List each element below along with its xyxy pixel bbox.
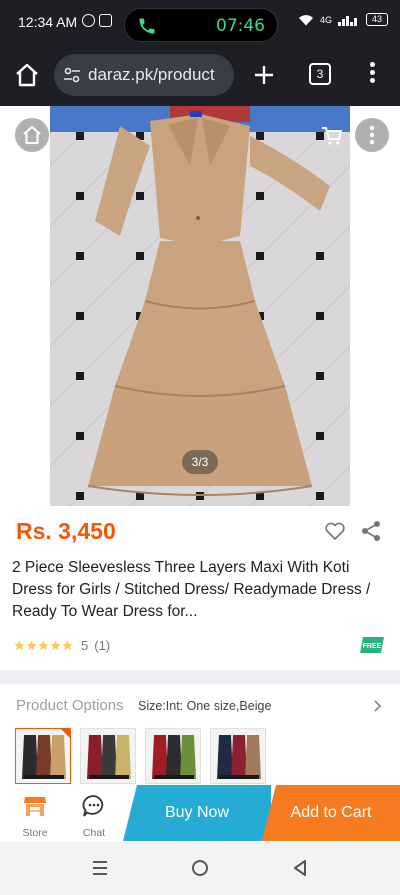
product-image[interactable] [50, 106, 350, 506]
status-bar: 12:34 AM 07:46 4G 43 [0, 0, 400, 44]
screen-icon [99, 14, 112, 27]
add-to-cart-button[interactable]: Add to Cart [262, 785, 400, 841]
free-badge-text: FREE [363, 643, 382, 650]
store-button[interactable]: Store [11, 789, 59, 841]
chat-icon [82, 795, 104, 817]
variant-image [211, 729, 265, 783]
battery-icon: 43 [366, 13, 388, 26]
status-time: 12:34 AM [18, 14, 78, 30]
back-icon[interactable] [290, 858, 310, 878]
signal-icon [338, 15, 357, 26]
wifi-icon [298, 14, 313, 25]
call-timer: 07:46 [216, 16, 265, 36]
rating-count: (1) [94, 638, 111, 653]
product-gallery[interactable]: 3/3 [0, 106, 400, 508]
free-shipping-icon: FREE [360, 637, 384, 653]
product-title: 2 Piece Sleevesless Three Layers Maxi Wi… [12, 559, 371, 620]
star-icon [50, 640, 61, 651]
star-icon [62, 640, 73, 651]
site-settings-icon[interactable] [63, 67, 81, 83]
phone-icon [139, 18, 155, 34]
rating-stars [14, 640, 73, 651]
chevron-right-icon [374, 700, 382, 712]
home-circle-icon[interactable] [190, 858, 210, 878]
product-options-row[interactable]: Product Options Size:Int: One size,Beige [0, 684, 400, 728]
variant-thumbnail[interactable] [210, 728, 266, 784]
ongoing-call-pill[interactable]: 07:46 [124, 8, 278, 42]
tab-switcher-button[interactable]: 3 [309, 63, 331, 85]
network-type: 4G [319, 14, 332, 25]
variant-image [81, 729, 135, 783]
bottom-action-bar: Store Chat Buy Now Add to Cart [0, 785, 400, 842]
home-icon[interactable] [14, 62, 40, 88]
chat-button[interactable]: Chat [70, 789, 118, 841]
rating-value: 5 [81, 638, 89, 653]
notification-icons [82, 14, 112, 27]
new-tab-icon[interactable] [252, 63, 276, 87]
gallery-more-button[interactable] [355, 118, 389, 152]
variant-thumbnail[interactable] [145, 728, 201, 784]
wishlist-heart-icon[interactable] [324, 521, 346, 541]
cart-icon [322, 127, 343, 145]
section-divider [0, 670, 400, 684]
product-options-value: Size:Int: One size,Beige [138, 699, 272, 713]
image-counter: 3/3 [182, 450, 218, 474]
product-options-label: Product Options [16, 697, 124, 714]
store-icon [24, 797, 46, 816]
star-icon [14, 640, 25, 651]
variant-thumbnail[interactable] [80, 728, 136, 784]
browser-menu-icon[interactable] [366, 62, 378, 86]
gallery-home-button[interactable] [15, 118, 49, 152]
product-rating[interactable]: 5 (1) [14, 638, 110, 653]
chat-label: Chat [82, 827, 106, 839]
more-vertical-icon [369, 125, 375, 145]
status-indicators: 4G 43 [298, 13, 388, 26]
recent-apps-icon[interactable] [90, 858, 110, 878]
record-icon [82, 14, 95, 27]
browser-toolbar: daraz.pk/product 3 [0, 44, 400, 106]
home-icon [23, 125, 41, 144]
variant-thumbnail[interactable] [15, 728, 71, 784]
buy-now-button[interactable]: Buy Now [123, 785, 271, 841]
star-icon [38, 640, 49, 651]
variant-image [146, 729, 200, 783]
gallery-cart-button[interactable] [314, 118, 348, 152]
product-price: Rs. 3,450 [16, 518, 116, 544]
address-bar[interactable]: daraz.pk/product [54, 54, 234, 96]
star-icon [26, 640, 37, 651]
url-text: daraz.pk/product [88, 65, 215, 84]
store-label: Store [22, 827, 48, 839]
variant-thumbnails [15, 728, 266, 784]
system-navigation-bar [0, 842, 400, 895]
share-icon[interactable] [360, 520, 382, 542]
variant-image [16, 729, 70, 783]
